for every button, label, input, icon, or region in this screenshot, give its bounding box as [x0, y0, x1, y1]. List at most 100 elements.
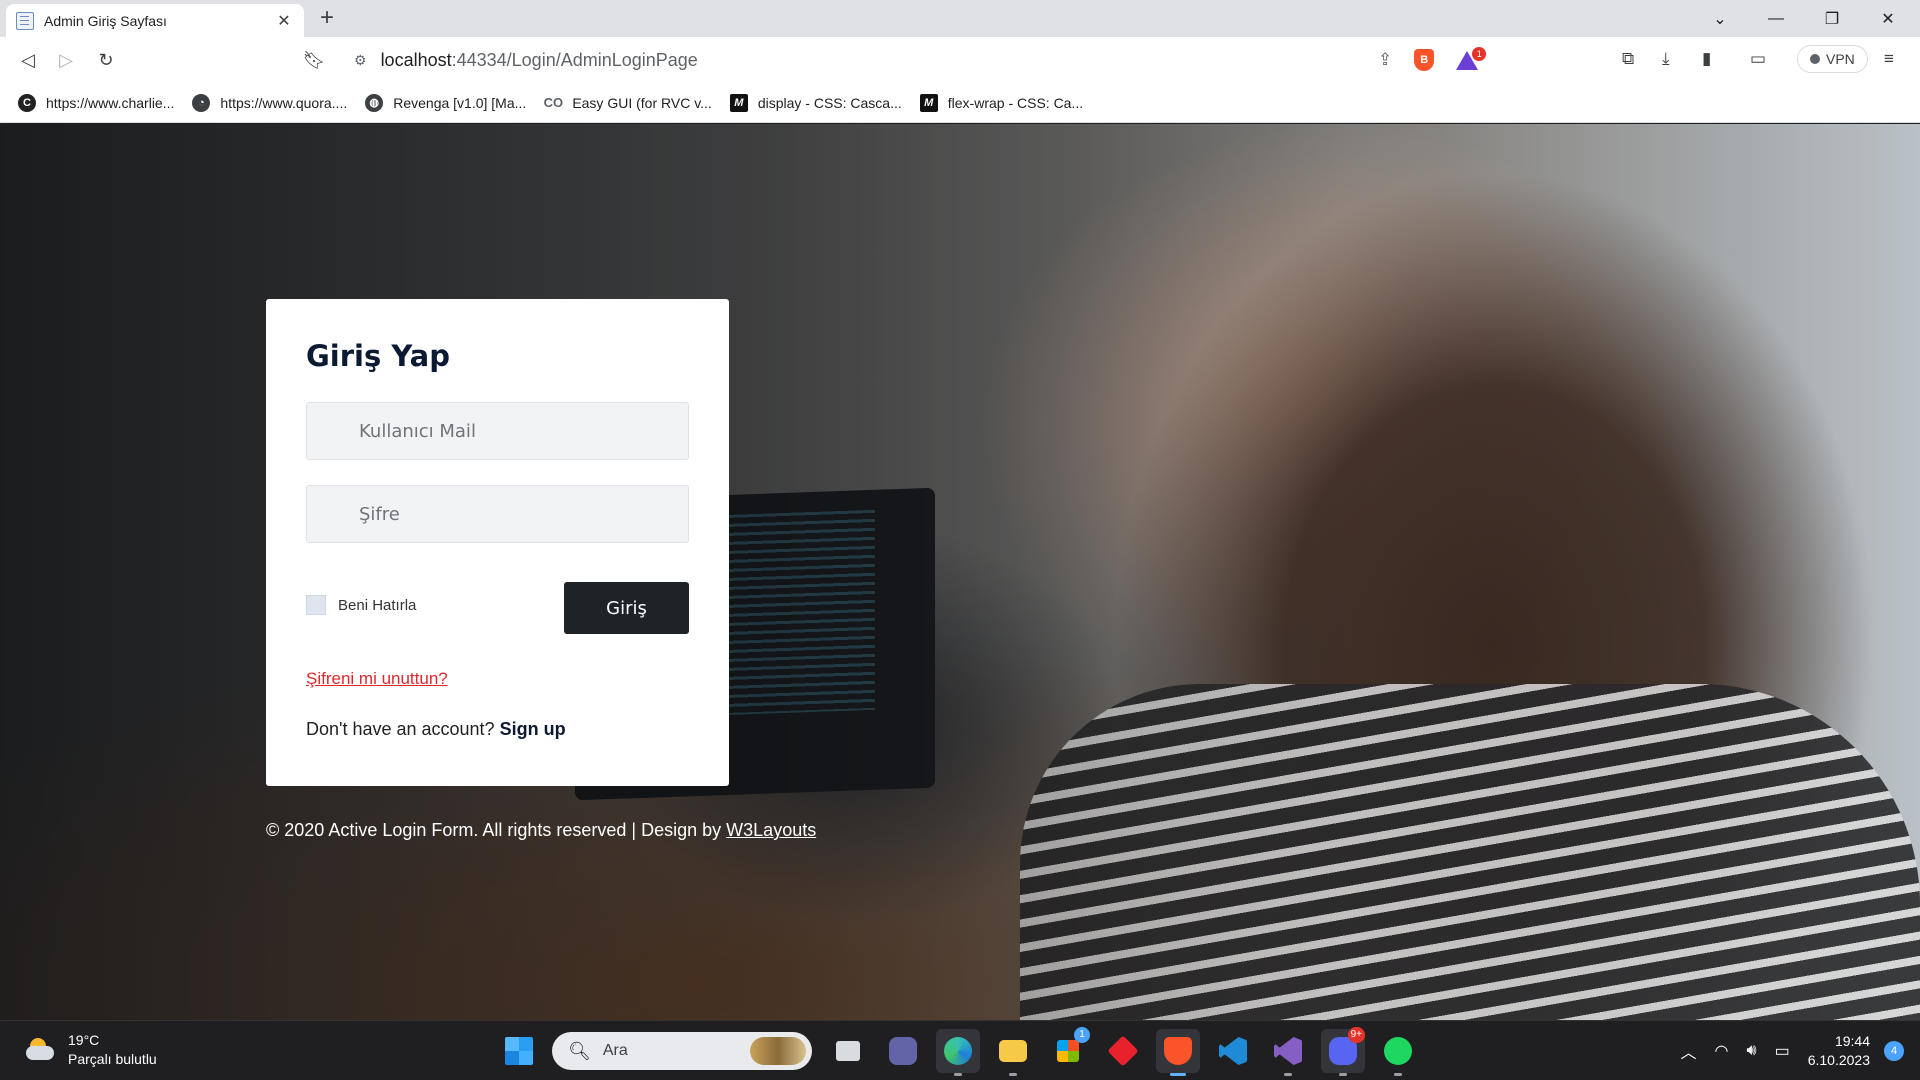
search-highlight-image	[750, 1037, 806, 1065]
restore-icon[interactable]: ❐	[1804, 9, 1860, 29]
bookmark-item[interactable]: Chttps://www.charlie...	[18, 93, 175, 112]
signup-prompt: Don't have an account?	[306, 719, 495, 739]
vpn-button[interactable]: VPN	[1797, 45, 1868, 73]
login-heading: Giriş Yap	[306, 339, 451, 373]
bookmark-label: flex-wrap - CSS: Ca...	[947, 94, 1084, 111]
extensions-icon[interactable]: ⧉	[1622, 49, 1634, 69]
remember-me-checkbox[interactable]	[306, 595, 326, 615]
remember-me[interactable]: Beni Hatırla	[306, 595, 416, 615]
running-indicator	[1394, 1073, 1402, 1076]
quora-icon: ◔	[192, 93, 211, 112]
battery-icon[interactable]: ▭	[1775, 1041, 1790, 1061]
wallet-icon[interactable]: ▭	[1750, 49, 1766, 69]
bookmark-item[interactable]: CO Easy GUI (for RVC v...	[544, 94, 712, 112]
mdn-icon: M	[919, 93, 938, 112]
sidebar-icon[interactable]: ▮	[1702, 49, 1711, 69]
clock[interactable]: 19:44 6.10.2023	[1808, 1032, 1870, 1070]
file-explorer-button[interactable]	[991, 1029, 1035, 1076]
browser-toolbar: ◁ ▷ ↻ 🔖︎ ⚙︎ localhost:44334/Login/AdminL…	[0, 37, 1920, 83]
running-indicator	[954, 1073, 962, 1076]
windows-logo-icon	[505, 1037, 533, 1065]
close-tab-icon[interactable]: ✕	[274, 11, 294, 31]
url-path: :44334/Login/AdminLoginPage	[451, 49, 698, 70]
brave-browser-button[interactable]	[1156, 1029, 1200, 1076]
menu-icon[interactable]: ≡	[1884, 49, 1894, 69]
url-host: localhost	[380, 49, 452, 70]
diamond-app-icon	[1107, 1035, 1139, 1067]
password-input[interactable]	[307, 486, 688, 542]
signup-link[interactable]: Sign up	[500, 719, 566, 739]
rewards-badge: 1	[1472, 46, 1487, 61]
downloads-icon[interactable]: ⤓	[1662, 49, 1670, 69]
folder-icon	[999, 1040, 1027, 1062]
brave-icon	[1164, 1037, 1192, 1065]
browser-tab[interactable]: Admin Giriş Sayfası ✕	[6, 4, 304, 37]
notification-count-badge[interactable]: 4	[1884, 1041, 1904, 1061]
running-indicator	[1284, 1073, 1292, 1076]
visual-studio-icon	[1274, 1037, 1302, 1065]
email-field-wrapper	[306, 402, 689, 460]
designer-link[interactable]: W3Layouts	[726, 820, 816, 840]
bookmark-page-icon[interactable]: 🔖︎	[300, 47, 328, 73]
tab-strip: Admin Giriş Sayfası ✕ + ⌄ — ❐ ✕	[0, 0, 1920, 37]
site-info-icon[interactable]: ⚙︎	[354, 52, 367, 69]
minimize-icon[interactable]: —	[1748, 10, 1804, 28]
weather-widget[interactable]: 19°C Parçalı bulutlu	[24, 1031, 157, 1069]
bookmark-item[interactable]: ◍ Revenga [v1.0] [Ma...	[365, 93, 527, 112]
spotify-icon	[1384, 1037, 1412, 1065]
task-view-button[interactable]	[826, 1029, 870, 1073]
vpn-label: VPN	[1826, 51, 1855, 67]
bookmark-label: Revenga [v1.0] [Ma...	[393, 94, 527, 111]
vscode-button[interactable]	[1211, 1029, 1255, 1073]
git-app-button[interactable]	[1101, 1029, 1145, 1073]
remember-me-label: Beni Hatırla	[338, 596, 417, 614]
show-hidden-icons-chevron-icon[interactable]: ︿	[1681, 1039, 1697, 1063]
password-field-wrapper	[306, 485, 689, 543]
edge-button[interactable]	[936, 1029, 980, 1076]
store-badge: 1	[1074, 1027, 1090, 1043]
charlie-icon: C	[18, 93, 36, 112]
brave-shields-icon[interactable]: B	[1414, 49, 1435, 71]
teams-chat-button[interactable]	[881, 1029, 925, 1073]
running-indicator	[1009, 1073, 1017, 1076]
edge-icon	[944, 1037, 972, 1065]
taskbar-search[interactable]: 🔍︎ Ara	[552, 1032, 812, 1070]
weather-description: Parçalı bulutlu	[68, 1051, 157, 1067]
bookmark-label: https://www.charlie...	[46, 94, 175, 111]
store-button[interactable]: 1	[1046, 1027, 1090, 1073]
vpn-status-dot	[1810, 54, 1820, 64]
discord-button[interactable]: 9+	[1321, 1027, 1365, 1076]
taskbar-apps: 🔍︎ Ara 1 9+	[497, 1027, 1431, 1076]
bookmark-label: display - CSS: Casca...	[757, 94, 902, 111]
back-icon[interactable]: ◁	[14, 47, 42, 73]
omnibox-actions: ⇪ B 1	[1378, 43, 1487, 77]
bookmark-item[interactable]: Mdisplay - CSS: Casca...	[729, 93, 902, 112]
bookmark-item[interactable]: Mflex-wrap - CSS: Ca...	[919, 93, 1084, 112]
globe-icon: ◍	[365, 93, 384, 112]
reload-icon[interactable]: ↻	[92, 47, 120, 73]
clock-time: 19:44	[1834, 1033, 1870, 1049]
visual-studio-button[interactable]	[1266, 1029, 1310, 1076]
close-window-icon[interactable]: ✕	[1860, 9, 1916, 29]
share-icon[interactable]: ⇪	[1378, 50, 1392, 70]
clock-date: 6.10.2023	[1807, 1052, 1870, 1068]
new-tab-icon[interactable]: +	[320, 3, 334, 33]
colab-icon: CO	[543, 95, 564, 110]
tab-search-chevron-icon[interactable]: ⌄	[1692, 9, 1748, 29]
task-view-icon	[836, 1041, 860, 1061]
forgot-password-link[interactable]: Şifreni mi unuttun?	[306, 669, 448, 689]
address-bar[interactable]: ⚙︎ localhost:44334/Login/AdminLoginPage …	[338, 43, 1506, 77]
start-button[interactable]	[497, 1029, 541, 1073]
login-submit-button[interactable]: Giriş	[564, 582, 689, 634]
system-tray: ︿ ◠ 🔊︎ ▭ 19:44 6.10.2023 4	[1681, 1021, 1920, 1080]
bookmark-item[interactable]: ◔ https://www.quora....	[192, 93, 347, 112]
forward-icon[interactable]: ▷	[52, 47, 80, 73]
login-card: Giriş Yap Beni Hatırla Giriş Şifreni mi …	[266, 299, 729, 786]
volume-icon[interactable]: 🔊︎	[1746, 1042, 1756, 1060]
email-input[interactable]	[307, 403, 688, 459]
brave-rewards-icon[interactable]: 1	[1456, 46, 1487, 70]
wifi-icon[interactable]: ◠	[1715, 1041, 1729, 1061]
spotify-button[interactable]	[1376, 1029, 1420, 1076]
search-icon: 🔍︎	[568, 1040, 591, 1061]
bookmarks-bar: Chttps://www.charlie... ◔ https://www.quo…	[0, 83, 1920, 123]
